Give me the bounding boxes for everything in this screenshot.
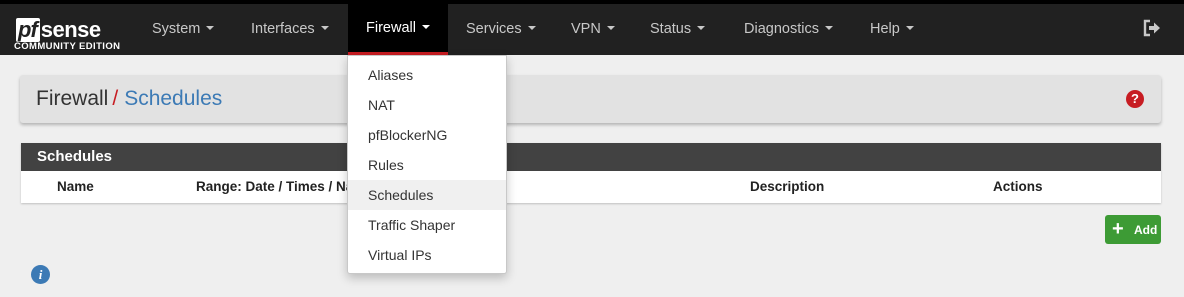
menu-item-rules[interactable]: Rules: [348, 150, 506, 180]
nav-system[interactable]: System: [134, 4, 232, 55]
plus-icon: +: [1112, 218, 1124, 240]
nav-label: VPN: [571, 21, 601, 37]
nav-label: Interfaces: [251, 21, 315, 37]
add-button-label: Add: [1134, 223, 1158, 237]
column-header-description[interactable]: Description: [750, 179, 824, 194]
caret-down-icon: [421, 25, 430, 30]
breadcrumb-separator: /: [112, 87, 119, 110]
pfsense-logo[interactable]: pf sense COMMUNITY EDITION: [14, 12, 126, 54]
logo-subtitle: COMMUNITY EDITION: [14, 41, 121, 52]
nav-label: Services: [466, 21, 522, 37]
firewall-dropdown-menu: Aliases NAT pfBlockerNG Rules Schedules …: [347, 55, 507, 274]
nav-label: Help: [870, 21, 900, 37]
nav-help[interactable]: Help: [852, 4, 932, 55]
menu-item-traffic-shaper[interactable]: Traffic Shaper: [348, 210, 506, 240]
caret-down-icon: [697, 26, 706, 31]
nav-label: Status: [650, 21, 692, 37]
nav-firewall[interactable]: Firewall: [348, 4, 448, 55]
menu-item-schedules[interactable]: Schedules: [348, 180, 506, 210]
nav-status[interactable]: Status: [632, 4, 723, 55]
menu-item-pfblockerng[interactable]: pfBlockerNG: [348, 120, 506, 150]
caret-down-icon: [206, 26, 215, 31]
column-header-actions: Actions: [993, 179, 1043, 194]
logo-wordmark: sense: [40, 17, 101, 42]
caret-down-icon: [905, 26, 914, 31]
nav-services[interactable]: Services: [448, 4, 554, 55]
nav-diagnostics[interactable]: Diagnostics: [726, 4, 851, 55]
breadcrumb-current[interactable]: Schedules: [124, 87, 222, 110]
help-icon[interactable]: ?: [1126, 90, 1144, 108]
caret-down-icon: [320, 26, 329, 31]
caret-down-icon: [606, 26, 615, 31]
menu-item-virtual-ips[interactable]: Virtual IPs: [348, 240, 506, 270]
caret-down-icon: [527, 26, 536, 31]
column-header-name[interactable]: Name: [57, 179, 94, 194]
nav-label: Diagnostics: [744, 21, 819, 37]
sign-out-icon[interactable]: [1142, 18, 1162, 38]
top-navbar: pf sense COMMUNITY EDITION System Interfa…: [0, 0, 1184, 55]
menu-item-nat[interactable]: NAT: [348, 90, 506, 120]
nav-vpn[interactable]: VPN: [553, 4, 633, 55]
nav-interfaces[interactable]: Interfaces: [233, 4, 347, 55]
panel-title: Schedules: [21, 143, 1161, 171]
caret-down-icon: [824, 26, 833, 31]
add-button[interactable]: + Add: [1105, 215, 1161, 244]
breadcrumb: Firewall / Schedules ?: [20, 75, 1161, 123]
nav-label: Firewall: [366, 20, 416, 36]
nav-label: System: [152, 21, 201, 37]
logo-pf-mark: pf: [16, 18, 40, 42]
menu-item-aliases[interactable]: Aliases: [348, 60, 506, 90]
info-icon[interactable]: i: [31, 265, 50, 284]
schedules-panel: Schedules Name Range: Date / Times / Nam…: [21, 143, 1161, 203]
breadcrumb-root[interactable]: Firewall: [36, 87, 108, 110]
